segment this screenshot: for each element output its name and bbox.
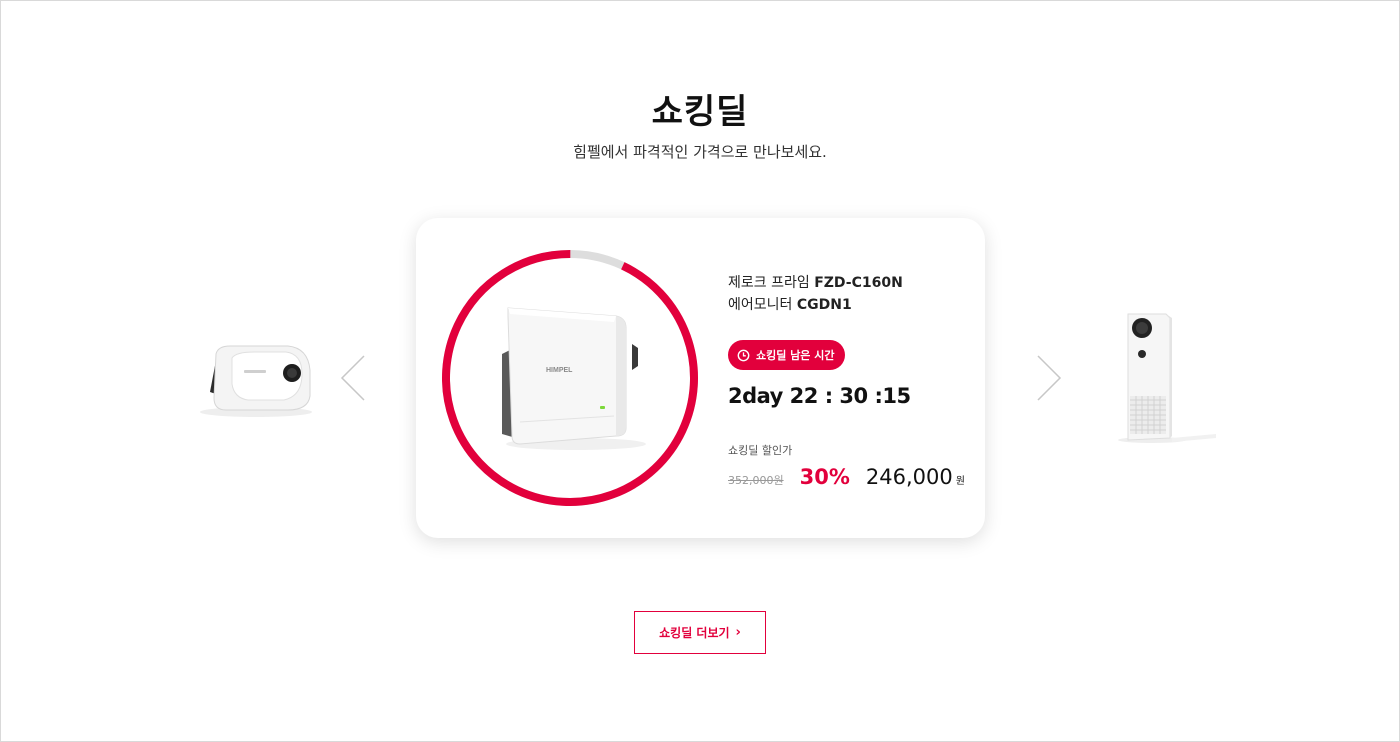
product-image[interactable]: HIMPEL [486, 288, 656, 458]
section-title: 쇼킹딜 [651, 92, 749, 132]
product-model: CGDN1 [796, 297, 852, 313]
shocking-deal-card[interactable]: HIMPEL 제로크 프라임 FZD-C160N 에어모니터 CGDN1 쇼킹딜… [416, 218, 985, 538]
currency-unit: 원 [955, 476, 965, 487]
product-name-line-1[interactable]: 제로크 프라임 FZD-C160N [728, 272, 968, 294]
next-arrow-button[interactable] [1028, 350, 1068, 410]
chevron-left-icon [340, 355, 365, 401]
product-name-prefix: 제로크 프라임 [728, 275, 815, 291]
sale-price: 246,000 [865, 465, 953, 489]
chevron-right-icon [1037, 355, 1062, 401]
price-label: 쇼킹딜 할인가 [728, 444, 793, 457]
time-remaining-badge: 쇼킹딜 남은 시간 [728, 340, 845, 370]
price-row: 352,000원 30% 246,000 원 [728, 465, 968, 489]
more-deals-button[interactable]: 쇼킹딜 더보기 › [634, 611, 766, 654]
chevron-right-icon: › [735, 625, 741, 640]
countdown-timer: 2day 22 : 30 :15 [728, 384, 911, 408]
badge-label: 쇼킹딜 남은 시간 [756, 349, 835, 362]
next-product-image[interactable] [1116, 310, 1216, 446]
brand-logo: HIMPEL [546, 367, 573, 374]
prev-product-image[interactable] [196, 340, 314, 418]
more-deals-label: 쇼킹딜 더보기 [659, 626, 730, 640]
clock-icon [737, 349, 750, 361]
section-subtitle: 힘펠에서 파격적인 가격으로 만나보세요. [573, 143, 827, 161]
original-price: 352,000원 [728, 474, 784, 487]
prev-arrow-button[interactable] [334, 350, 374, 410]
product-model: FZD-C160N [814, 275, 903, 291]
product-info: 제로크 프라임 FZD-C160N 에어모니터 CGDN1 쇼킹딜 남은 시간 … [728, 272, 968, 489]
product-name-line-2[interactable]: 에어모니터 CGDN1 [728, 294, 968, 316]
product-name-prefix: 에어모니터 [728, 297, 797, 313]
discount-rate: 30% [799, 465, 850, 489]
